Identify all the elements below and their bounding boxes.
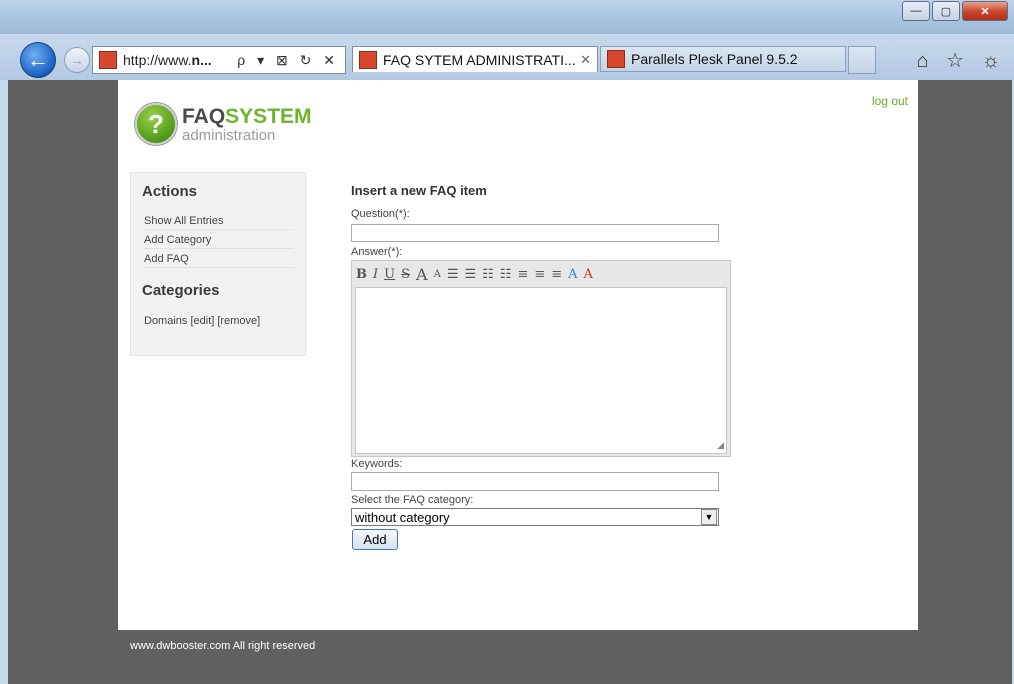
content-panel: ? FAQSYSTEM administration log out Actio… (118, 80, 918, 630)
categories-heading: Categories (142, 282, 220, 299)
site-favicon-icon (99, 51, 117, 69)
underline-button[interactable]: U (384, 267, 395, 282)
address-url: http://www.n... (123, 52, 212, 68)
question-label: Question(*): (351, 208, 410, 220)
keywords-input[interactable] (351, 472, 719, 491)
tab-title: FAQ SYTEM ADMINISTRATI... (383, 51, 576, 68)
category-select-label: Select the FAQ category: (351, 494, 474, 506)
footer-text: www.dwbooster.com All right reserved (130, 640, 316, 652)
bold-button[interactable]: B (356, 267, 367, 282)
strikethrough-button[interactable]: S (401, 267, 410, 282)
logo-title: FAQSYSTEM (182, 105, 312, 129)
question-input[interactable] (351, 224, 719, 242)
category-item-domains[interactable]: Domains [edit] [remove] (144, 315, 294, 329)
numbered-list-button[interactable]: ☰ (464, 267, 476, 282)
sidebar-link-add-faq[interactable]: Add FAQ (144, 253, 294, 268)
answer-label: Answer(*): (351, 246, 403, 258)
category-select-value: without category (355, 509, 450, 525)
back-button[interactable]: ← (20, 42, 56, 78)
logo-system: SYSTEM (225, 105, 312, 128)
font-size-increase-button[interactable]: A (416, 265, 428, 284)
outdent-button[interactable]: ☷ (482, 267, 494, 282)
italic-button[interactable]: I (373, 267, 378, 282)
indent-button[interactable]: ☷ (500, 267, 512, 282)
close-window-button[interactable]: ✕ (962, 1, 1008, 21)
resize-grip-icon[interactable]: ◢ (717, 440, 724, 451)
add-button[interactable]: Add (352, 529, 398, 550)
text-color-button[interactable]: A (568, 267, 577, 282)
logo-subtitle: administration (182, 127, 276, 144)
window-border-left (0, 80, 8, 684)
address-bar[interactable]: http://www.n... ρ ▾ ⊠ ↻ ✕ (92, 46, 346, 74)
tab-plesk[interactable]: Parallels Plesk Panel 9.5.2 (600, 46, 846, 72)
answer-rich-text-editor: B I U S A A ☰ ☰ ☷ ☷ ≡ ≡ ≡ A A ◢ (351, 260, 731, 457)
actions-heading: Actions (142, 183, 198, 200)
bulleted-list-button[interactable]: ☰ (447, 267, 459, 282)
logo-faq: FAQ (182, 105, 226, 128)
forward-button[interactable]: → (64, 47, 90, 73)
background-color-button[interactable]: A (584, 267, 593, 282)
maximize-button[interactable]: ▢ (932, 1, 960, 21)
sidebar-link-add-category[interactable]: Add Category (144, 234, 294, 249)
browser-toolbar-icons[interactable]: ⌂ ☆ ☼ (917, 48, 1006, 73)
form-title: Insert a new FAQ item (351, 183, 487, 198)
tab-faq-admin[interactable]: FAQ SYTEM ADMINISTRATI... ✕ (352, 46, 598, 72)
logout-link[interactable]: log out (872, 94, 908, 108)
keywords-label: Keywords: (351, 458, 403, 470)
sidebar: Actions Show All Entries Add Category Ad… (130, 172, 306, 356)
align-right-button[interactable]: ≡ (551, 267, 562, 282)
address-tools[interactable]: ρ ▾ ⊠ ↻ ✕ (237, 52, 339, 69)
new-tab-button[interactable] (848, 46, 876, 74)
window-controls: — ▢ ✕ (900, 1, 1008, 21)
category-select[interactable]: without category ▼ (351, 508, 719, 526)
editor-toolbar: B I U S A A ☰ ☰ ☷ ☷ ≡ ≡ ≡ A A (356, 265, 593, 284)
tab-title: Parallels Plesk Panel 9.5.2 (631, 51, 798, 67)
tab-favicon-icon (359, 50, 377, 69)
url-prefix: http://www. (123, 52, 192, 68)
sidebar-link-show-all-entries[interactable]: Show All Entries (144, 215, 294, 230)
window-titlebar: — ▢ ✕ (0, 0, 1014, 34)
tab-close-icon[interactable]: ✕ (580, 52, 591, 68)
tab-favicon-icon (607, 50, 625, 68)
align-center-button[interactable]: ≡ (534, 267, 545, 282)
page-viewport: ? FAQSYSTEM administration log out Actio… (8, 80, 1012, 684)
font-size-decrease-button[interactable]: A (434, 269, 441, 280)
question-mark-logo-icon: ? (135, 103, 177, 145)
align-left-button[interactable]: ≡ (517, 267, 528, 282)
answer-textarea[interactable]: ◢ (355, 287, 727, 454)
browser-navbar: ← → http://www.n... ρ ▾ ⊠ ↻ ✕ FAQ SYTEM … (0, 34, 1014, 81)
chevron-down-icon[interactable]: ▼ (701, 509, 717, 525)
minimize-button[interactable]: — (902, 1, 930, 21)
url-domain: n... (191, 52, 212, 68)
